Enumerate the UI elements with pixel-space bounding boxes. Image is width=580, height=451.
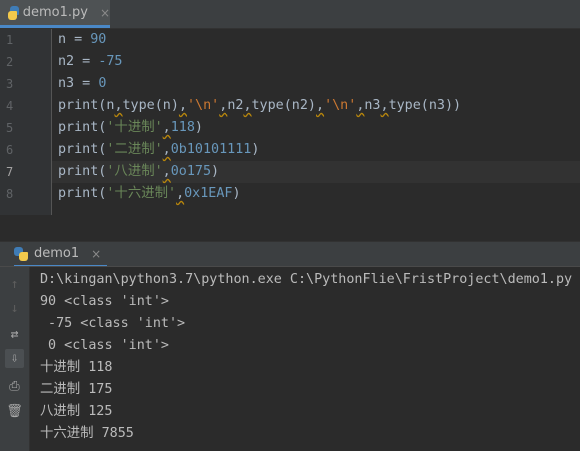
- line-number: 2: [6, 55, 14, 69]
- line-number: 1: [6, 33, 14, 47]
- code-token: '二进制': [106, 142, 163, 157]
- line-number: 8: [6, 187, 14, 201]
- code-token: '\n': [324, 98, 357, 113]
- code-token: type(n): [122, 98, 179, 113]
- code-token: ,: [316, 98, 325, 113]
- code-token: 0x1EAF: [184, 186, 233, 201]
- console-line: 八进制 125: [40, 404, 113, 419]
- code-line[interactable]: print('十六进制',0x1EAF): [58, 183, 241, 205]
- code-token: '八进制': [106, 164, 163, 179]
- editor-tab-bar: demo1.py ×: [0, 0, 580, 29]
- soft-wrap-icon[interactable]: ⇄: [5, 325, 24, 344]
- code-token: n2: [227, 98, 244, 113]
- print-icon[interactable]: ⎙: [5, 377, 24, 396]
- code-token: type(n2): [251, 98, 317, 113]
- console-line: 十六进制 7855: [40, 426, 134, 441]
- editor-spacer: [0, 215, 580, 241]
- code-line[interactable]: print(n,type(n),'\n',n2,type(n2),'\n',n3…: [58, 95, 461, 117]
- run-toolbar: ↑ ↓ ⇄ ⇩ ⎙ 🗑: [0, 267, 30, 451]
- code-line[interactable]: n2 = -75: [58, 51, 123, 73]
- code-line[interactable]: n3 = 0: [58, 73, 106, 95]
- code-token: ,: [162, 120, 171, 135]
- line-number: 5: [6, 121, 14, 135]
- code-token: ): [232, 186, 241, 201]
- code-token: print(: [58, 142, 107, 157]
- scroll-to-end-icon[interactable]: ⇩: [5, 349, 24, 368]
- console-line: D:\kingan\python3.7\python.exe C:\Python…: [40, 272, 573, 287]
- code-token: 90: [90, 32, 107, 47]
- code-token: 118: [170, 120, 195, 135]
- code-token: ,: [162, 164, 171, 179]
- code-line[interactable]: print('八进制',0o175): [58, 161, 219, 183]
- code-token: ): [211, 164, 220, 179]
- console-line: 十进制 118: [40, 360, 113, 375]
- code-token: print(: [58, 120, 107, 135]
- up-arrow-icon[interactable]: ↑: [5, 275, 24, 294]
- run-tab-demo1[interactable]: demo1 ×: [14, 242, 108, 268]
- code-token: ,: [162, 142, 171, 157]
- code-line[interactable]: print('十进制',118): [58, 117, 203, 139]
- console-line: -75 <class 'int'>: [40, 316, 186, 331]
- console-line: 90 <class 'int'>: [40, 294, 169, 309]
- code-token: ): [194, 120, 203, 135]
- code-token: '十进制': [106, 120, 163, 135]
- code-token: ,: [114, 98, 123, 113]
- line-number: 3: [6, 77, 14, 91]
- run-tab-label: demo1: [34, 246, 80, 261]
- line-number: 6: [6, 143, 14, 157]
- code-token: ,: [178, 98, 187, 113]
- code-token: print(: [58, 186, 107, 201]
- console-line: 0 <class 'int'>: [40, 338, 169, 353]
- code-token: 0o175: [170, 164, 212, 179]
- code-token: n =: [58, 32, 91, 47]
- code-line[interactable]: print('二进制',0b10101111): [58, 139, 259, 161]
- code-token: ,: [380, 98, 389, 113]
- code-token: print(: [58, 164, 107, 179]
- run-console-output[interactable]: D:\kingan\python3.7\python.exe C:\Python…: [30, 267, 580, 451]
- code-editor[interactable]: 1n = 90 2 n2 = -75 3 n3 = 0 4 print(n,type(n),…: [0, 29, 580, 215]
- close-icon[interactable]: ×: [100, 6, 110, 20]
- code-token: '\n': [187, 98, 220, 113]
- editor-tab-label: demo1.py: [22, 5, 88, 20]
- console-line: 二进制 175: [40, 382, 113, 397]
- code-token: 0: [98, 76, 107, 91]
- editor-tab-demo1[interactable]: demo1.py ×: [0, 0, 110, 28]
- code-token: n3: [364, 98, 381, 113]
- code-token: 0b10101111: [170, 142, 252, 157]
- code-line[interactable]: n = 90: [58, 29, 106, 51]
- code-token: print(n: [58, 98, 115, 113]
- code-token: ,: [176, 186, 185, 201]
- code-token: '十六进制': [106, 186, 177, 201]
- code-token: ,: [243, 98, 252, 113]
- code-token: type(n3)): [388, 98, 462, 113]
- code-token: -75: [98, 54, 123, 69]
- trash-icon[interactable]: 🗑: [5, 402, 24, 421]
- close-icon[interactable]: ×: [91, 247, 101, 261]
- line-number: 7: [6, 165, 14, 179]
- python-file-icon: [7, 5, 19, 20]
- line-number: 4: [6, 99, 14, 113]
- code-token: n3 =: [58, 76, 99, 91]
- code-token: n2 =: [58, 54, 99, 69]
- run-tool-window-header: demo1 ×: [0, 241, 580, 268]
- down-arrow-icon[interactable]: ↓: [5, 299, 24, 318]
- python-run-icon: [14, 246, 28, 261]
- code-token: ): [251, 142, 260, 157]
